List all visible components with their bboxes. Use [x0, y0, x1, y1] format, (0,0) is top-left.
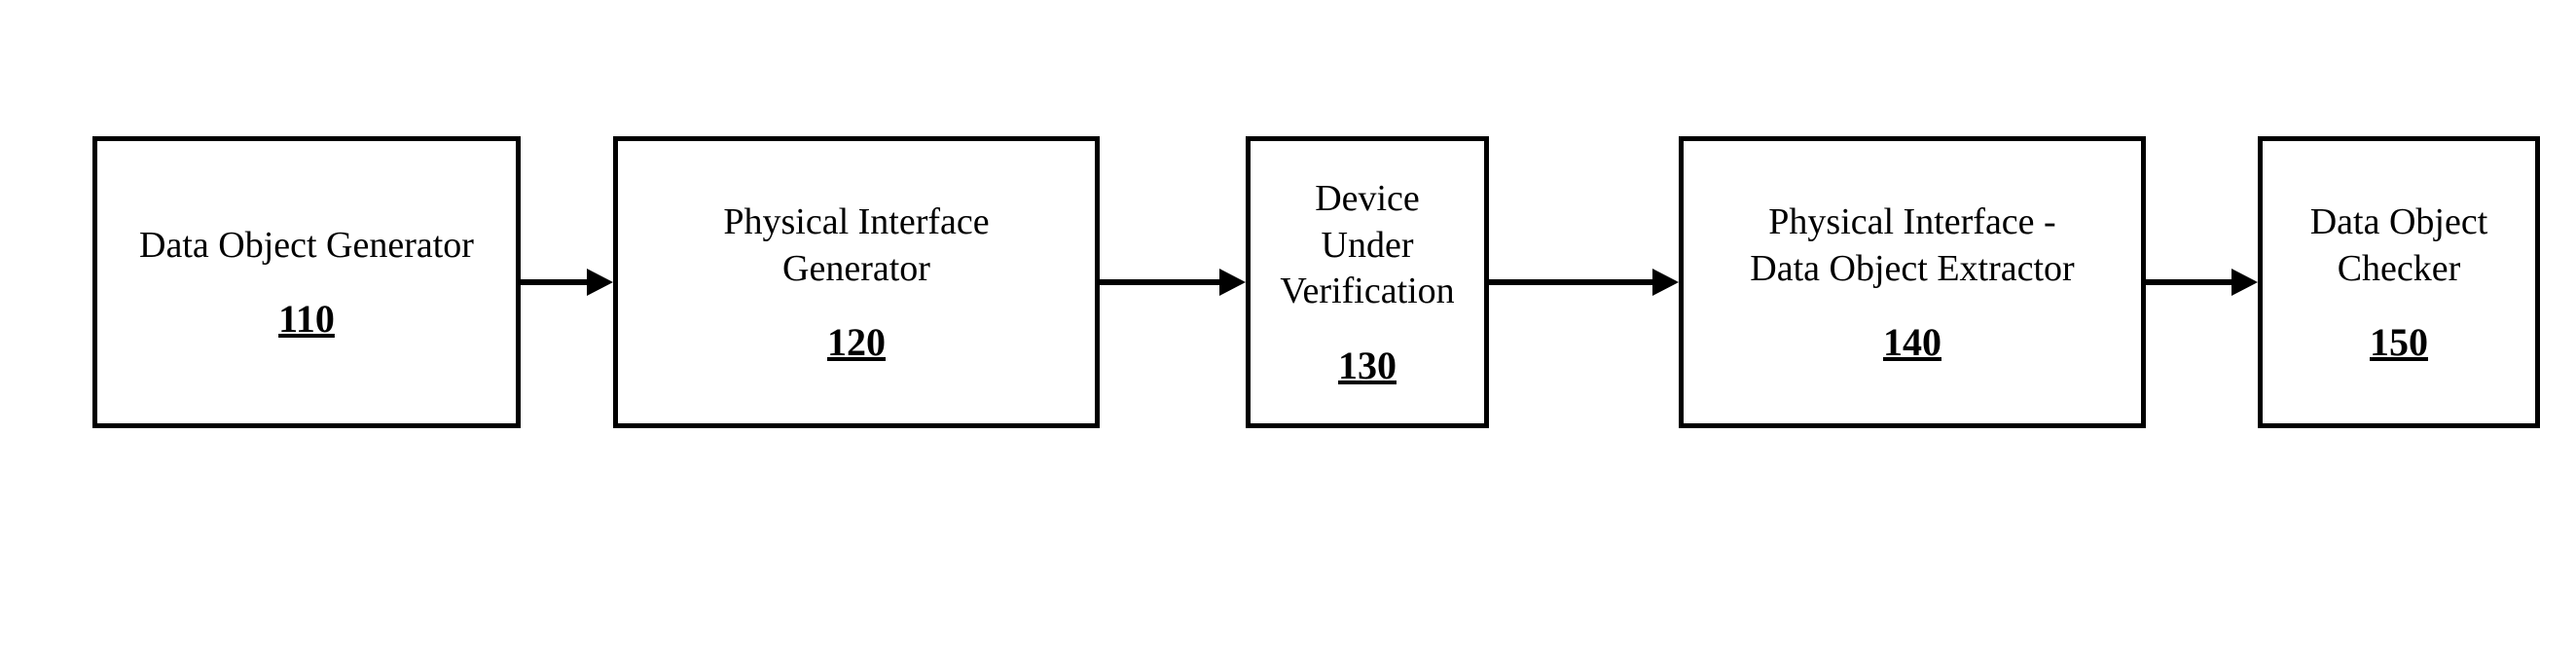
- block-device-under-verification: Device Under Verification 130: [1246, 136, 1489, 428]
- block-data-object-checker: Data Object Checker 150: [2258, 136, 2540, 428]
- block-title: Data Object Checker: [2310, 199, 2488, 292]
- block-ref: 120: [827, 319, 886, 365]
- flow-diagram: Data Object Generator 110 Physical Inter…: [92, 136, 2540, 428]
- block-ref: 110: [278, 296, 335, 342]
- block-data-object-generator: Data Object Generator 110: [92, 136, 521, 428]
- block-title: Device Under Verification: [1280, 176, 1454, 315]
- block-ref: 150: [2370, 319, 2428, 365]
- block-physical-interface-generator: Physical Interface Generator 120: [613, 136, 1100, 428]
- block-ref: 140: [1883, 319, 1941, 365]
- block-title: Data Object Generator: [139, 223, 474, 270]
- block-physical-interface-data-object-extractor: Physical Interface - Data Object Extract…: [1679, 136, 2146, 428]
- block-title: Physical Interface - Data Object Extract…: [1750, 199, 2074, 292]
- block-ref: 130: [1338, 343, 1397, 388]
- arrow-icon: [521, 263, 613, 302]
- block-title: Physical Interface Generator: [723, 199, 989, 292]
- arrow-icon: [1489, 263, 1679, 302]
- arrow-icon: [2146, 263, 2258, 302]
- arrow-icon: [1100, 263, 1246, 302]
